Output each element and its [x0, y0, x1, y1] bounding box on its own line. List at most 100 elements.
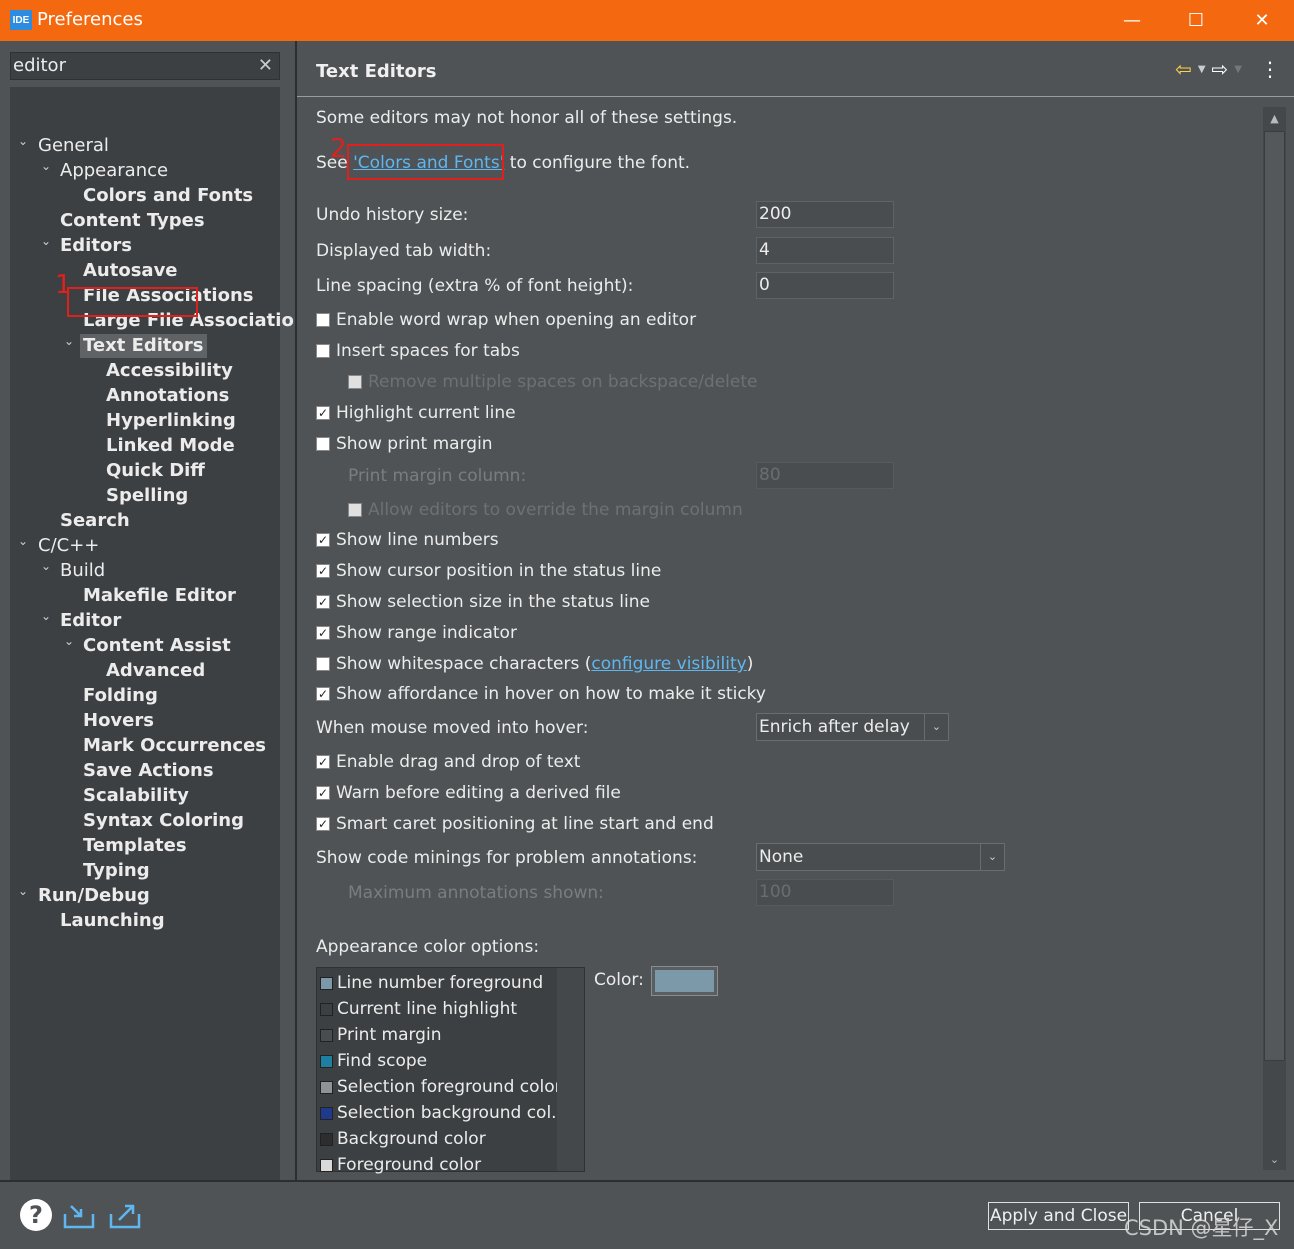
scroll-up-icon[interactable]: ▲: [1263, 107, 1286, 129]
highlight-line-checkbox[interactable]: ✓ Highlight current line: [316, 402, 516, 424]
collapse-cpp-icon[interactable]: ⌄: [16, 534, 30, 558]
tree-item-cpp[interactable]: C/C++: [38, 534, 99, 558]
drag-drop-checkbox[interactable]: ✓ Enable drag and drop of text: [316, 751, 580, 773]
tree-item-autosave[interactable]: Autosave: [83, 259, 178, 283]
tree-item-hovers[interactable]: Hovers: [83, 709, 154, 733]
color-option-item[interactable]: Selection background col...: [320, 1100, 567, 1126]
appearance-color-list[interactable]: Line number foreground Current line highl…: [316, 967, 585, 1175]
whitespace-checkbox[interactable]: Show whitespace characters (configure vi…: [316, 653, 753, 675]
insert-spaces-checkbox[interactable]: Insert spaces for tabs: [316, 340, 520, 362]
chevron-down-icon[interactable]: ⌄: [924, 714, 948, 740]
collapse-appearance-icon[interactable]: ⌄: [39, 159, 53, 183]
minimize-button[interactable]: —: [1112, 8, 1152, 32]
tree-item-colors-and-fonts[interactable]: Colors and Fonts: [83, 184, 253, 208]
color-option-item[interactable]: Foreground color: [320, 1152, 481, 1178]
more-options-icon[interactable]: ⋮: [1260, 57, 1280, 81]
line-numbers-checkbox[interactable]: ✓ Show line numbers: [316, 529, 499, 551]
color-option-item[interactable]: Line number foreground: [320, 970, 543, 996]
tree-item-quick-diff[interactable]: Quick Diff: [106, 459, 205, 483]
tree-item-scalability[interactable]: Scalability: [83, 784, 189, 808]
tree-item-syntax-coloring[interactable]: Syntax Coloring: [83, 809, 244, 833]
apply-and-close-button[interactable]: Apply and Close: [988, 1202, 1129, 1230]
print-margin-checkbox[interactable]: Show print margin: [316, 433, 493, 455]
tree-item-editors[interactable]: Editors: [60, 234, 132, 258]
word-wrap-checkbox[interactable]: Enable word wrap when opening an editor: [316, 309, 696, 331]
undo-history-input[interactable]: 200: [756, 201, 894, 228]
collapse-run-debug-icon[interactable]: ⌄: [16, 884, 30, 908]
configure-visibility-link[interactable]: configure visibility: [591, 653, 746, 675]
minings-select[interactable]: None ⌄: [756, 843, 1005, 871]
tree-item-launching[interactable]: Launching: [60, 909, 165, 933]
collapse-editor-icon[interactable]: ⌄: [39, 609, 53, 633]
tree-item-linked-mode[interactable]: Linked Mode: [106, 434, 235, 458]
chevron-down-icon[interactable]: ⌄: [980, 844, 1004, 870]
line-spacing-input[interactable]: 0: [756, 272, 894, 299]
tree-item-makefile-editor[interactable]: Makefile Editor: [83, 584, 236, 608]
checkbox-box[interactable]: [316, 344, 330, 358]
scrollbar-thumb[interactable]: [1264, 131, 1285, 1061]
tree-item-spelling[interactable]: Spelling: [106, 484, 188, 508]
checkbox-box[interactable]: ✓: [316, 626, 330, 640]
tree-item-build[interactable]: Build: [60, 559, 105, 583]
collapse-build-icon[interactable]: ⌄: [39, 559, 53, 583]
tree-item-annotations[interactable]: Annotations: [106, 384, 229, 408]
checkbox-box[interactable]: ✓: [316, 564, 330, 578]
tree-item-appearance[interactable]: Appearance: [60, 159, 168, 183]
hover-select[interactable]: Enrich after delay ⌄: [756, 713, 949, 741]
smart-caret-checkbox[interactable]: ✓ Smart caret positioning at line start a…: [316, 813, 714, 835]
tree-item-mark-occurrences[interactable]: Mark Occurrences: [83, 734, 266, 758]
tree-item-content-types[interactable]: Content Types: [60, 209, 205, 233]
help-icon[interactable]: ?: [20, 1199, 52, 1231]
scroll-down-icon[interactable]: ⌄: [1263, 1148, 1286, 1170]
checkbox-box[interactable]: ✓: [316, 406, 330, 420]
color-option-item[interactable]: Find scope: [320, 1048, 427, 1074]
tree-item-editor[interactable]: Editor: [60, 609, 121, 633]
tree-item-advanced[interactable]: Advanced: [106, 659, 205, 683]
affordance-checkbox[interactable]: ✓ Show affordance in hover on how to make…: [316, 683, 766, 705]
tree-item-search[interactable]: Search: [60, 509, 130, 533]
tree-item-typing[interactable]: Typing: [83, 859, 150, 883]
tree-item-content-assist[interactable]: Content Assist: [83, 634, 231, 658]
checkbox-box[interactable]: ✓: [316, 786, 330, 800]
import-icon[interactable]: [62, 1200, 96, 1230]
page-scrollbar[interactable]: ▲ ⌄: [1263, 107, 1286, 1170]
back-menu-chevron-icon[interactable]: ▼: [1198, 64, 1206, 75]
collapse-text-editors-icon[interactable]: ⌄: [62, 334, 76, 358]
tab-width-input[interactable]: 4: [756, 237, 894, 264]
checkbox-box[interactable]: [316, 657, 330, 671]
tree-item-hyperlinking[interactable]: Hyperlinking: [106, 409, 236, 433]
selection-size-checkbox[interactable]: ✓ Show selection size in the status line: [316, 591, 650, 613]
checkbox-box[interactable]: ✓: [316, 687, 330, 701]
collapse-general-icon[interactable]: ⌄: [16, 134, 30, 158]
collapse-content-assist-icon[interactable]: ⌄: [62, 634, 76, 658]
color-option-item[interactable]: Print margin: [320, 1022, 441, 1048]
range-indicator-checkbox[interactable]: ✓ Show range indicator: [316, 622, 517, 644]
maximize-button[interactable]: ☐: [1176, 8, 1216, 32]
clear-filter-icon[interactable]: ✕: [258, 53, 273, 79]
tree-item-templates[interactable]: Templates: [83, 834, 187, 858]
close-button[interactable]: ✕: [1242, 8, 1282, 32]
color-list-scrollbar[interactable]: [557, 968, 584, 1171]
checkbox-box[interactable]: ✓: [316, 755, 330, 769]
checkbox-box[interactable]: ✓: [316, 595, 330, 609]
checkbox-box[interactable]: [316, 437, 330, 451]
back-arrow-icon[interactable]: ⇦: [1175, 57, 1192, 81]
checkbox-box[interactable]: ✓: [316, 533, 330, 547]
tree-item-text-editors[interactable]: Text Editors: [80, 334, 207, 358]
checkbox-box[interactable]: [316, 313, 330, 327]
color-option-item[interactable]: Background color: [320, 1126, 486, 1152]
collapse-editors-icon[interactable]: ⌄: [39, 234, 53, 258]
color-picker-button[interactable]: [651, 966, 718, 996]
color-option-item[interactable]: Selection foreground color: [320, 1074, 562, 1100]
tree-item-folding[interactable]: Folding: [83, 684, 158, 708]
color-option-item[interactable]: Current line highlight: [320, 996, 517, 1022]
tree-item-general[interactable]: General: [38, 134, 109, 158]
cursor-position-checkbox[interactable]: ✓ Show cursor position in the status line: [316, 560, 661, 582]
filter-input[interactable]: editor ✕: [10, 52, 280, 80]
forward-arrow-icon[interactable]: ⇨: [1212, 57, 1229, 81]
checkbox-box[interactable]: ✓: [316, 817, 330, 831]
tree-item-save-actions[interactable]: Save Actions: [83, 759, 214, 783]
tree-item-run-debug[interactable]: Run/Debug: [38, 884, 150, 908]
warn-derived-checkbox[interactable]: ✓ Warn before editing a derived file: [316, 782, 621, 804]
tree-item-accessibility[interactable]: Accessibility: [106, 359, 233, 383]
